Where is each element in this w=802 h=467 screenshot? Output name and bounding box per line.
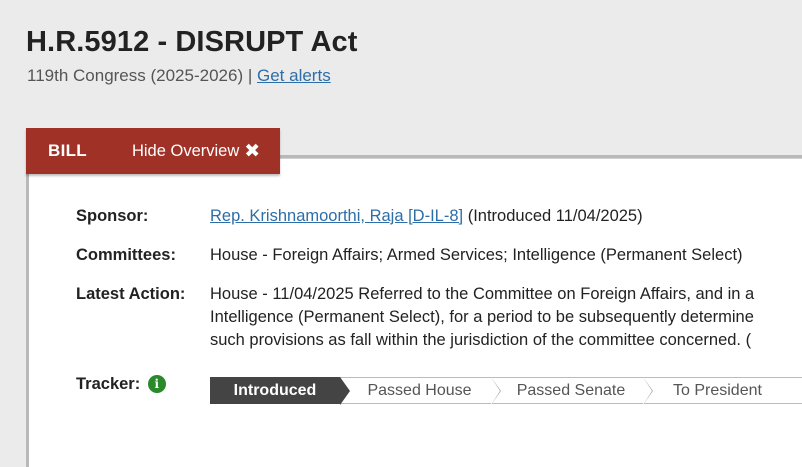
tracker-step-passed-house: Passed House [340,377,501,405]
sponsor-label: Sponsor: [76,207,149,225]
overview-panel: Sponsor: Rep. Krishnamoorthi, Raja [D-IL… [26,155,802,467]
separator: | [247,66,253,85]
close-icon: ✖ [244,140,261,162]
tracker-step-passed-senate: Passed Senate [491,377,653,405]
hide-overview-label: Hide Overview [131,141,240,160]
hide-overview-button[interactable]: Hide Overview ✖ [132,142,260,161]
latest-action-text: House - 11/04/2025 Referred to the Commi… [210,285,755,349]
committees-value: House - Foreign Affairs; Armed Services;… [210,246,743,264]
congress-subtitle: 119th Congress (2025-2026) | Get alerts [27,66,331,86]
sponsor-link[interactable]: Rep. Krishnamoorthi, Raja [D-IL-8] [210,207,463,225]
committees-label: Committees: [76,246,176,264]
tracker-step-introduced: Introduced [210,377,350,405]
latest-action-label: Latest Action: [76,285,186,303]
get-alerts-link[interactable]: Get alerts [257,66,331,85]
tracker-label: Tracker: [76,375,141,393]
introduced-date: (Introduced 11/04/2025) [467,207,643,225]
bill-tracker: Introduced Passed House Passed Senate To… [210,377,802,405]
tracker-step-to-president: To President [643,377,802,404]
overview-tab-bar: BILL Hide Overview ✖ [26,128,280,174]
congress-label: 119th Congress (2025-2026) [27,66,244,85]
page-title: H.R.5912 - DISRUPT Act [26,26,358,58]
tab-bill[interactable]: BILL [48,141,87,161]
info-icon[interactable]: i [147,375,166,393]
